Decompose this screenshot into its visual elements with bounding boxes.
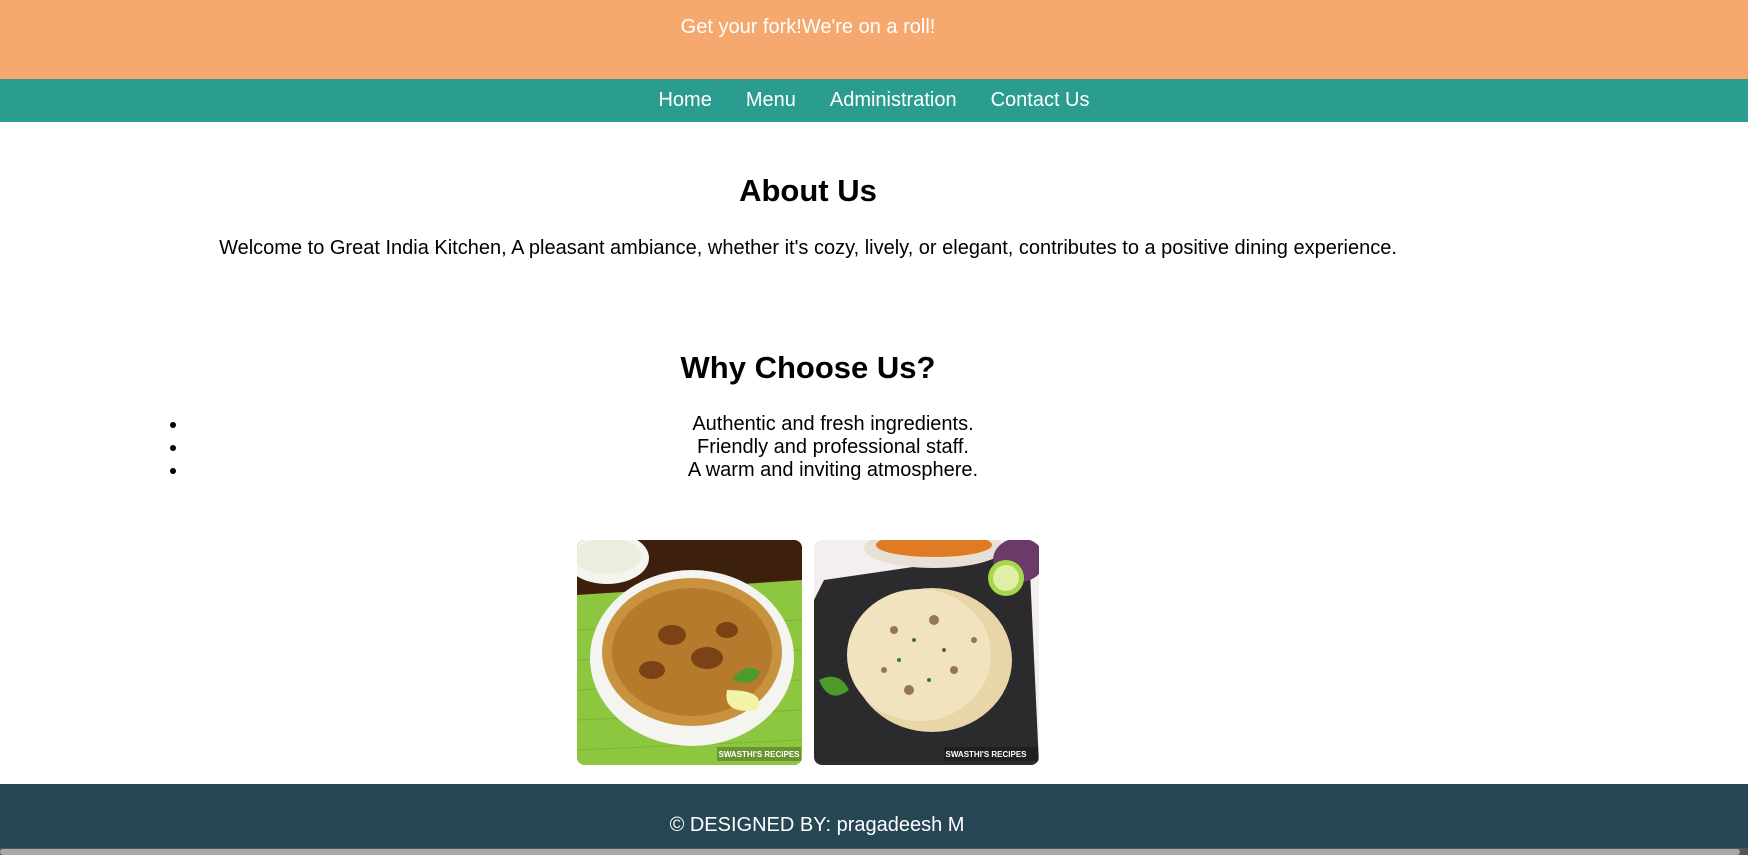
main-nav: Home Menu Administration Contact Us (0, 79, 1748, 122)
watermark: SWASTHI'S RECIPES (945, 750, 1027, 759)
banner-tagline: Get your fork!We're on a roll! (680, 16, 936, 38)
naan-illustration: SWASTHI'S RECIPES (814, 540, 1039, 765)
footer-credit: © DESIGNED BY: pragadeesh M (669, 814, 965, 836)
watermark: SWASTHI'S RECIPES (718, 750, 800, 759)
list-item: Friendly and professional staff. (188, 436, 1478, 459)
why-list: Authentic and fresh ingredients. Friendl… (188, 413, 1478, 482)
nav-link-home[interactable]: Home (641, 79, 728, 122)
about-title: About Us (739, 173, 877, 208)
nav-link-contact-us[interactable]: Contact Us (974, 79, 1107, 122)
list-item: Authentic and fresh ingredients. (188, 413, 1478, 436)
page: Get your fork!We're on a roll! Home Menu… (0, 0, 1748, 855)
footer: © DESIGNED BY: pragadeesh M (0, 784, 1748, 855)
list-item: A warm and inviting atmosphere. (188, 459, 1478, 482)
biryani-image: SWASTHI'S RECIPES (577, 540, 802, 765)
horizontal-scrollbar-thumb[interactable] (0, 849, 1740, 855)
nav-link-menu[interactable]: Menu (729, 79, 813, 122)
food-gallery: SWASTHI'S RECIPES SWASTHI'S RECIPES (577, 540, 1039, 765)
naan-image: SWASTHI'S RECIPES (814, 540, 1039, 765)
top-banner: Get your fork!We're on a roll! (0, 0, 1748, 79)
biryani-illustration: SWASTHI'S RECIPES (577, 540, 802, 765)
why-title: Why Choose Us? (680, 350, 936, 385)
about-text: Welcome to Great India Kitchen, A pleasa… (219, 237, 1397, 259)
nav-link-administration[interactable]: Administration (813, 79, 974, 122)
